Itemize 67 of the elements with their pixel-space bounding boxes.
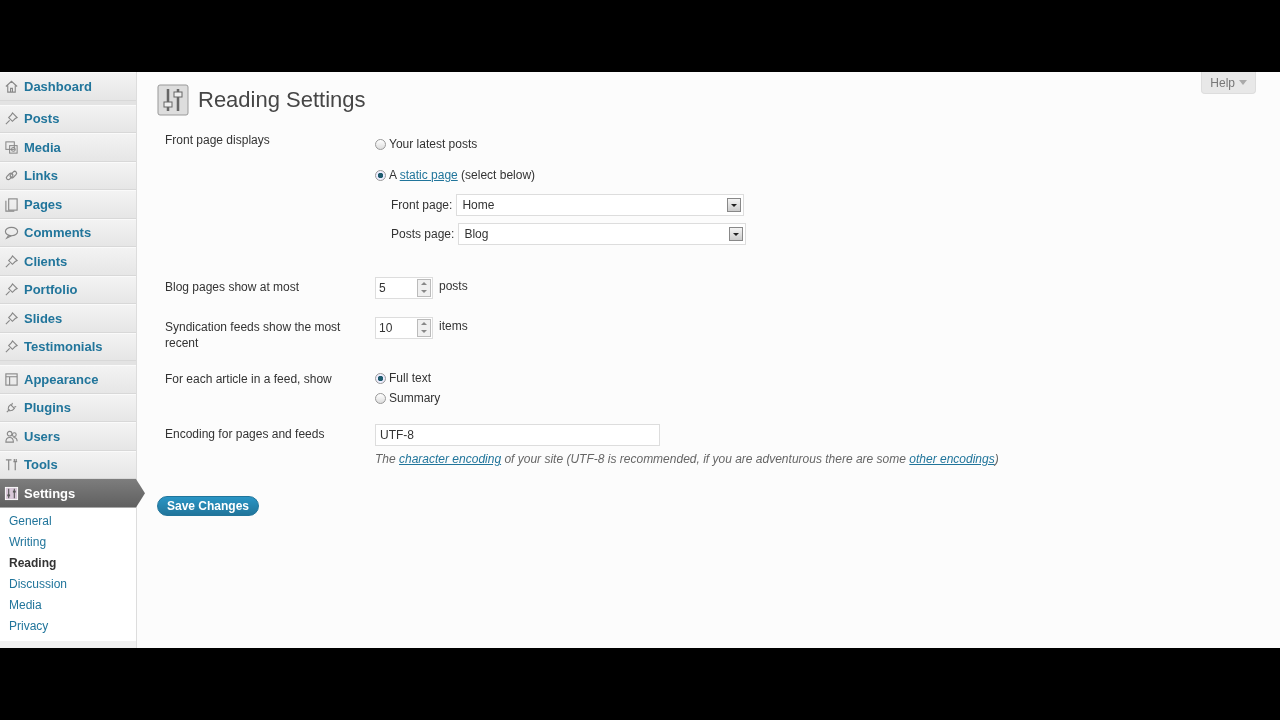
- sliders-icon: [4, 485, 19, 501]
- submenu-item[interactable]: Writing: [0, 531, 136, 553]
- submenu-item[interactable]: Media: [0, 594, 136, 616]
- sidebar-item[interactable]: Users: [0, 422, 136, 451]
- field-description: The character encoding of your site (UTF-8 is recommended, if you are adventurous there are some other encodings): [375, 452, 999, 466]
- radio-button[interactable]: [375, 169, 386, 181]
- dropdown[interactable]: Blog: [458, 223, 747, 245]
- sidebar-item[interactable]: Media: [0, 133, 136, 162]
- radio-label: Summary: [389, 391, 441, 405]
- select-label: Front page:: [391, 198, 453, 212]
- radio-label: Full text: [389, 371, 431, 385]
- link[interactable]: other encodings: [909, 452, 995, 466]
- help-tab[interactable]: Help: [1201, 72, 1256, 94]
- sidebar-item[interactable]: Links: [0, 161, 136, 190]
- sidebar-item[interactable]: Posts: [0, 104, 136, 133]
- input-field[interactable]: UTF-8: [375, 424, 660, 446]
- field-label: Front page displays: [165, 132, 271, 149]
- dropdown[interactable]: Home: [456, 194, 745, 216]
- unit-label: items: [439, 318, 468, 333]
- spinner-icon: [417, 319, 431, 337]
- page-title: Reading Settings: [198, 87, 366, 113]
- sidebar-item[interactable]: Plugins: [0, 393, 136, 422]
- field-label: Syndication feeds show the most recent: [165, 319, 342, 351]
- pages-icon: [4, 196, 19, 212]
- link[interactable]: static page: [399, 168, 458, 182]
- speech-bubble-icon: [4, 225, 19, 241]
- pushpin-icon: [4, 282, 19, 298]
- people-icon: [4, 428, 19, 444]
- submenu-item[interactable]: Reading: [0, 552, 136, 574]
- sidebar-item[interactable]: Pages: [0, 190, 136, 219]
- radio-button[interactable]: [375, 138, 386, 150]
- radio-label: A static page (select below): [389, 168, 536, 182]
- window-icon: [4, 371, 19, 387]
- sidebar-item[interactable]: Clients: [0, 247, 136, 276]
- tools-icon: [4, 457, 19, 473]
- radio-button[interactable]: [375, 372, 386, 384]
- caret-icon: [1239, 80, 1247, 85]
- submenu-item[interactable]: Privacy: [0, 615, 136, 637]
- sidebar-item[interactable]: Appearance: [0, 365, 136, 394]
- sidebar-item[interactable]: Slides: [0, 304, 136, 333]
- sidebar-item[interactable]: Testimonials: [0, 332, 136, 361]
- field-label: Encoding for pages and feeds: [165, 426, 326, 443]
- pushpin-icon: [4, 253, 19, 269]
- submenu-item[interactable]: Discussion: [0, 573, 136, 595]
- unit-label: posts: [439, 278, 468, 293]
- submenu-item[interactable]: General: [0, 510, 136, 532]
- save-button[interactable]: Save Changes: [157, 496, 260, 516]
- media-icon: [4, 139, 19, 155]
- spinner-icon: [417, 279, 431, 297]
- link[interactable]: character encoding: [399, 452, 502, 466]
- select-label: Posts page:: [391, 227, 455, 241]
- number-field[interactable]: 10: [375, 317, 433, 339]
- sidebar-item[interactable]: Comments: [0, 218, 136, 247]
- field-label: Blog pages show at most: [165, 279, 301, 296]
- sidebar-item[interactable]: Tools: [0, 450, 136, 479]
- sliders-icon: [157, 84, 189, 116]
- pushpin-icon: [4, 310, 19, 326]
- house-icon: [4, 78, 19, 94]
- radio-button[interactable]: [375, 392, 386, 404]
- field-label: For each article in a feed, show: [165, 371, 333, 388]
- number-field[interactable]: 5: [375, 277, 433, 299]
- pushpin-icon: [4, 339, 19, 355]
- pushpin-icon: [4, 111, 19, 127]
- sidebar-item[interactable]: Settings: [0, 479, 145, 508]
- radio-label: Your latest posts: [389, 137, 478, 151]
- sidebar-item[interactable]: Portfolio: [0, 275, 136, 304]
- sidebar-item[interactable]: Dashboard: [0, 72, 136, 101]
